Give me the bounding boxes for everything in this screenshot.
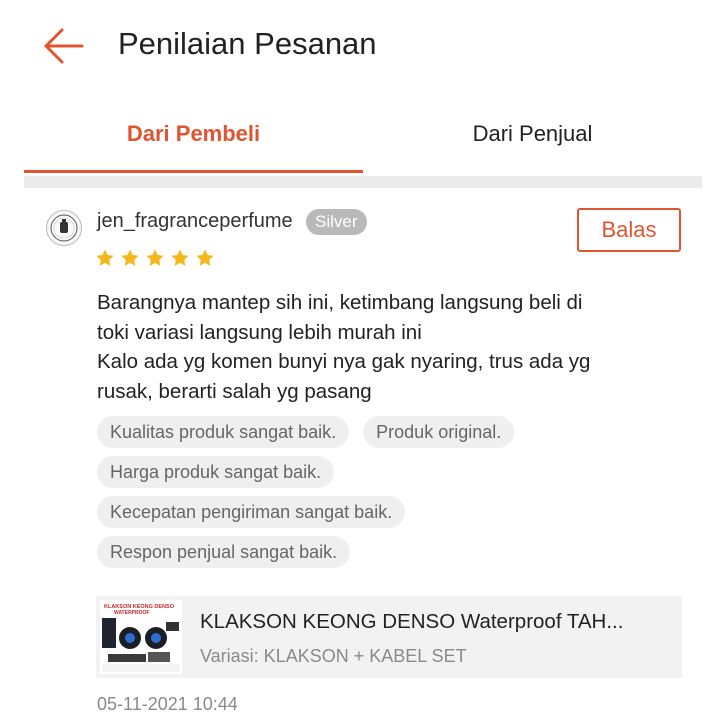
star-rating bbox=[95, 248, 215, 268]
active-tab-indicator bbox=[24, 170, 363, 173]
tab-from-buyer[interactable]: Dari Pembeli bbox=[24, 96, 363, 172]
header-bar: Penilaian Pesanan bbox=[0, 0, 726, 92]
star-icon bbox=[121, 249, 139, 266]
review-text-line: toki variasi langsung lebih murah ini bbox=[97, 320, 422, 344]
arrow-left-icon bbox=[44, 28, 84, 64]
star-icon bbox=[171, 249, 189, 266]
product-card[interactable]: KLAKSON KEONG DENSO WATERPROOF KLAKSON K… bbox=[96, 596, 682, 678]
product-thumbnail: KLAKSON KEONG DENSO WATERPROOF bbox=[100, 600, 182, 674]
back-button[interactable] bbox=[40, 26, 86, 66]
tab-from-seller[interactable]: Dari Penjual bbox=[363, 96, 702, 172]
review-tag: Produk original. bbox=[363, 416, 515, 448]
review-tag: Kecepatan pengiriman sangat baik. bbox=[97, 496, 406, 528]
product-image: KLAKSON KEONG DENSO WATERPROOF bbox=[100, 600, 182, 674]
review-text: Barangnya mantep sih ini, ketimbang lang… bbox=[97, 288, 697, 406]
reply-button[interactable]: Balas bbox=[577, 208, 681, 252]
tab-bar: Dari Pembeli Dari Penjual bbox=[24, 96, 702, 176]
reviewer-username[interactable]: jen_fragranceperfume bbox=[97, 210, 293, 233]
review-date: 05-11-2021 10:44 bbox=[97, 694, 238, 714]
star-icon bbox=[96, 249, 114, 266]
review-tags: Kualitas produk sangat baik. Produk orig… bbox=[97, 416, 697, 576]
member-tier-badge: Silver bbox=[306, 209, 367, 235]
svg-text:WATERPROOF: WATERPROOF bbox=[114, 610, 149, 616]
review-tag: Harga produk sangat baik. bbox=[97, 456, 335, 488]
review-text-line: rusak, berarti salah yg pasang bbox=[97, 379, 372, 403]
user-avatar-icon bbox=[50, 214, 78, 242]
product-variant: Variasi: KLAKSON + KABEL SET bbox=[200, 646, 467, 666]
avatar[interactable] bbox=[46, 210, 82, 246]
review-tag: Respon penjual sangat baik. bbox=[97, 536, 351, 568]
review-text-line: Barangnya mantep sih ini, ketimbang lang… bbox=[97, 291, 583, 314]
review-item: jen_fragranceperfume Silver Balas Barang… bbox=[0, 188, 726, 726]
star-icon bbox=[196, 249, 214, 266]
review-text-line: Kalo ada yg komen bunyi nya gak nyaring,… bbox=[97, 350, 591, 373]
star-icon bbox=[146, 249, 164, 266]
section-divider bbox=[24, 176, 702, 188]
review-tag: Kualitas produk sangat baik. bbox=[97, 416, 350, 448]
product-name: KLAKSON KEONG DENSO Waterproof TAH... bbox=[200, 610, 624, 633]
page-title: Penilaian Pesanan bbox=[118, 26, 377, 61]
